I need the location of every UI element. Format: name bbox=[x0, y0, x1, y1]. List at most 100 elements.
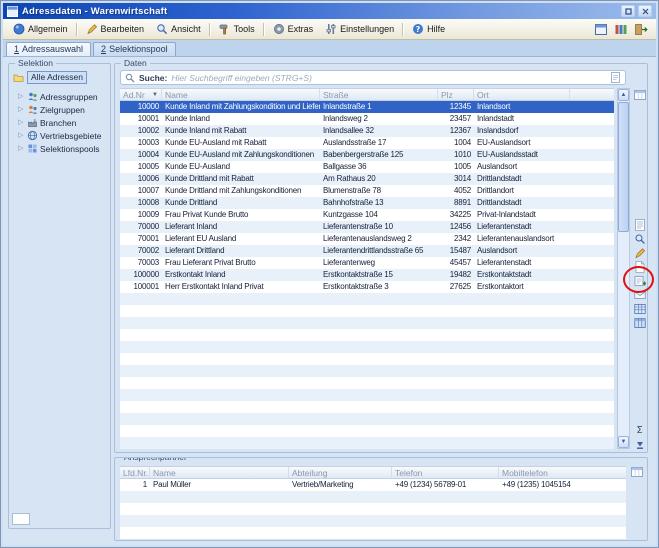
cell-plz: 45457 bbox=[438, 257, 474, 269]
list-icon[interactable] bbox=[633, 218, 646, 231]
contact-filler-row bbox=[120, 503, 626, 515]
mail-icon[interactable] bbox=[633, 288, 646, 301]
table-row[interactable]: 100000Erstkontakt InlandErstkontaktstraß… bbox=[120, 269, 614, 281]
app-window: Adressdaten - Warenwirtschaft Allgemein … bbox=[0, 0, 659, 548]
menu-hilfe[interactable]: ? Hilfe bbox=[406, 21, 451, 37]
page-icon[interactable] bbox=[633, 260, 646, 273]
search-bar[interactable]: Suche: bbox=[120, 70, 626, 85]
exit-icon[interactable] bbox=[634, 23, 648, 36]
table-row[interactable]: 10001Kunde InlandInlandsweg 223457Inland… bbox=[120, 113, 614, 125]
column-header-plz[interactable]: Plz bbox=[438, 89, 474, 100]
magnifier-detail-icon[interactable] bbox=[633, 232, 646, 245]
table-blue-icon[interactable] bbox=[633, 302, 646, 315]
sphere-icon bbox=[13, 23, 25, 35]
table-row[interactable]: 10008Kunde DrittlandBahnhofstraße 138891… bbox=[120, 197, 614, 209]
cell-strasse: Lieferantenweg bbox=[320, 257, 438, 269]
expander-icon[interactable]: ▷ bbox=[18, 93, 25, 100]
address-table: Ad.Nr ▼ Name Straße Plz Ort 10000Kunde I… bbox=[120, 88, 614, 449]
table-row[interactable]: 10003Kunde EU-Ausland mit RabattAuslands… bbox=[120, 137, 614, 149]
cell-plz: 8891 bbox=[438, 197, 474, 209]
column-header-name[interactable]: Name bbox=[162, 89, 320, 100]
books-icon[interactable] bbox=[614, 23, 628, 36]
menu-allgemein[interactable]: Allgemein bbox=[7, 21, 74, 37]
tree-item-vertriebsgebiete[interactable]: ▷ Vertriebsgebiete bbox=[13, 129, 108, 142]
column-header-adnr[interactable]: Ad.Nr ▼ bbox=[120, 89, 162, 100]
cell-filler bbox=[570, 197, 614, 209]
tree-item-selektionspools[interactable]: ▷ Selektionspools bbox=[13, 142, 108, 155]
expander-icon[interactable]: ▷ bbox=[18, 119, 25, 126]
column-header-ort[interactable]: Ort bbox=[474, 89, 570, 100]
column-header-telefon[interactable]: Telefon bbox=[392, 467, 499, 478]
menu-einstellungen[interactable]: Einstellungen bbox=[319, 21, 400, 37]
column-header-contact-name[interactable]: Name bbox=[150, 467, 289, 478]
vertical-scrollbar[interactable]: ▲ ▼ bbox=[617, 88, 630, 449]
column-header-mobiltelefon[interactable]: Mobiltelefon bbox=[499, 467, 626, 478]
menu-tools[interactable]: Tools bbox=[213, 21, 261, 37]
scroll-bottom-icon[interactable] bbox=[633, 438, 646, 451]
table-row[interactable]: 10002Kunde Inland mit RabattInlandsallee… bbox=[120, 125, 614, 137]
cell-name: Kunde Inland bbox=[162, 113, 320, 125]
table-row[interactable]: 70002Lieferant DrittlandLieferantendritt… bbox=[120, 245, 614, 257]
column-header-lfdnr[interactable]: Lfd.Nr. bbox=[120, 467, 150, 478]
cell-name: Erstkontakt Inland bbox=[162, 269, 320, 281]
contact-row[interactable]: 1Paul MüllerVertrieb/Marketing+49 (1234)… bbox=[120, 479, 626, 491]
table-row[interactable]: 100001Herr Erstkontakt Inland PrivatErst… bbox=[120, 281, 614, 293]
cell-ort bbox=[474, 293, 570, 305]
expander-icon[interactable]: ▷ bbox=[18, 145, 25, 152]
tab-adressauswahl[interactable]: 1Adressauswahl bbox=[6, 42, 91, 56]
tree-item-zielgruppen[interactable]: ▷ Zielgruppen bbox=[13, 103, 108, 116]
table-blue2-icon[interactable] bbox=[633, 316, 646, 329]
table-row[interactable]: 10005Kunde EU-AuslandBallgasse 361005Aus… bbox=[120, 161, 614, 173]
cell-filler bbox=[570, 269, 614, 281]
window-icon[interactable] bbox=[594, 23, 608, 36]
tree-item-adressgruppen[interactable]: ▷ Adressgruppen bbox=[13, 90, 108, 103]
tree-item-alle-adressen[interactable]: Alle Adressen bbox=[13, 71, 108, 84]
tree-item-branchen[interactable]: ▷ Branchen bbox=[13, 116, 108, 129]
column-header-abteilung[interactable]: Abteilung bbox=[289, 467, 392, 478]
scrollbar-thumb[interactable] bbox=[618, 102, 629, 232]
contacts-panel-title: Ansprechpartner bbox=[121, 457, 190, 462]
cell-abteilung bbox=[289, 491, 392, 503]
table-row[interactable]: 10000Kunde Inland mit Zahlungskondition … bbox=[120, 101, 614, 113]
data-panel-title: Daten bbox=[121, 58, 150, 68]
cell-adnr bbox=[120, 317, 162, 329]
table-row[interactable]: 70000Lieferant InlandLieferantenstraße 1… bbox=[120, 221, 614, 233]
menu-bearbeiten[interactable]: Bearbeiten bbox=[80, 21, 151, 37]
cell-name bbox=[162, 401, 320, 413]
sum-icon[interactable]: Σ bbox=[633, 424, 646, 437]
expander-icon[interactable]: ▷ bbox=[18, 132, 25, 139]
search-options-icon[interactable] bbox=[611, 72, 621, 83]
expander-icon[interactable]: ▷ bbox=[18, 106, 25, 113]
scrollbar-up-button[interactable]: ▲ bbox=[618, 89, 629, 101]
cell-contact-name bbox=[150, 491, 289, 503]
cell-filler bbox=[570, 281, 614, 293]
contacts-grid-icon[interactable] bbox=[631, 466, 643, 478]
cell-strasse bbox=[320, 425, 438, 437]
scrollbar-down-button[interactable]: ▼ bbox=[618, 436, 629, 448]
grid-columns-icon[interactable] bbox=[633, 88, 646, 101]
tree-hscroll[interactable] bbox=[12, 513, 30, 525]
pool-add-icon[interactable] bbox=[633, 274, 646, 287]
table-row[interactable]: 10006Kunde Drittland mit RabattAm Rathau… bbox=[120, 173, 614, 185]
table-row[interactable]: 10009Frau Privat Kunde BruttoKuntzgasse … bbox=[120, 209, 614, 221]
menu-ansicht[interactable]: Ansicht bbox=[150, 21, 207, 37]
table-row[interactable]: 70001Lieferant EU AuslandLieferantenausl… bbox=[120, 233, 614, 245]
cell-plz bbox=[438, 413, 474, 425]
tab-selektionspool[interactable]: 2Selektionspool bbox=[93, 42, 176, 56]
cell-adnr bbox=[120, 341, 162, 353]
edit-pencil-icon[interactable] bbox=[633, 246, 646, 259]
cell-plz: 12367 bbox=[438, 125, 474, 137]
tab-number: 2 bbox=[101, 44, 106, 54]
column-header-strasse[interactable]: Straße bbox=[320, 89, 438, 100]
restore-button[interactable] bbox=[621, 5, 635, 17]
search-input[interactable] bbox=[171, 73, 607, 83]
titlebar[interactable]: Adressdaten - Warenwirtschaft bbox=[3, 3, 656, 19]
close-button[interactable] bbox=[638, 5, 652, 17]
cell-adnr: 10007 bbox=[120, 185, 162, 197]
table-row[interactable]: 10004Kunde EU-Ausland mit Zahlungskondit… bbox=[120, 149, 614, 161]
cell-ort: Erstkontaktstadt bbox=[474, 269, 570, 281]
menu-extras[interactable]: Extras bbox=[267, 21, 320, 37]
table-row[interactable]: 70003Frau Lieferant Privat BruttoLiefera… bbox=[120, 257, 614, 269]
cell-name bbox=[162, 377, 320, 389]
table-row[interactable]: 10007Kunde Drittland mit Zahlungskonditi… bbox=[120, 185, 614, 197]
